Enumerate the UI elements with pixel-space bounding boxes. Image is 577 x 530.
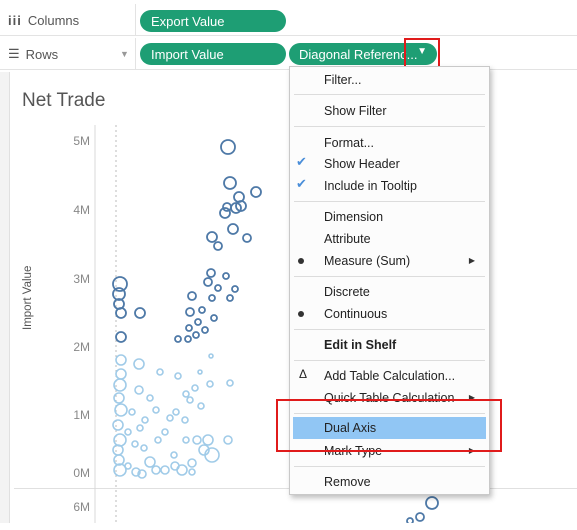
light-marks	[112, 353, 234, 479]
lower-pane-marks	[406, 496, 439, 523]
menu-item-format[interactable]: Format...	[290, 132, 489, 154]
selected-dot-icon	[298, 258, 304, 264]
menu-item-show-filter[interactable]: Show Filter	[290, 100, 489, 122]
menu-separator	[294, 329, 485, 330]
menu-separator	[294, 126, 485, 127]
menu-item-include-in-tooltip[interactable]: ✔ Include in Tooltip	[290, 175, 489, 197]
menu-item-discrete[interactable]: Discrete	[290, 281, 489, 303]
annotation-box-dual-axis	[276, 399, 502, 452]
menu-item-show-header[interactable]: ✔ Show Header	[290, 153, 489, 175]
check-icon: ✔	[296, 154, 307, 169]
menu-item-measure[interactable]: Measure (Sum) ▶	[290, 250, 489, 272]
check-icon: ✔	[296, 176, 307, 191]
submenu-arrow-icon: ▶	[468, 256, 475, 265]
menu-item-attribute[interactable]: Attribute	[290, 228, 489, 250]
menu-separator	[294, 360, 485, 361]
menu-item-edit-in-shelf[interactable]: Edit in Shelf	[290, 334, 489, 356]
menu-item-add-table-calculation[interactable]: Δ Add Table Calculation...	[290, 365, 489, 387]
menu-item-dimension[interactable]: Dimension	[290, 206, 489, 228]
delta-icon: Δ	[299, 367, 308, 381]
menu-item-continuous[interactable]: Continuous	[290, 303, 489, 325]
menu-separator	[294, 276, 485, 277]
menu-item-remove[interactable]: Remove	[290, 471, 489, 493]
menu-separator	[294, 466, 485, 467]
menu-item-filter[interactable]: Filter...	[290, 69, 489, 91]
selected-dot-icon	[298, 311, 304, 317]
menu-separator	[294, 94, 485, 95]
menu-separator	[294, 201, 485, 202]
dark-marks	[112, 139, 262, 343]
